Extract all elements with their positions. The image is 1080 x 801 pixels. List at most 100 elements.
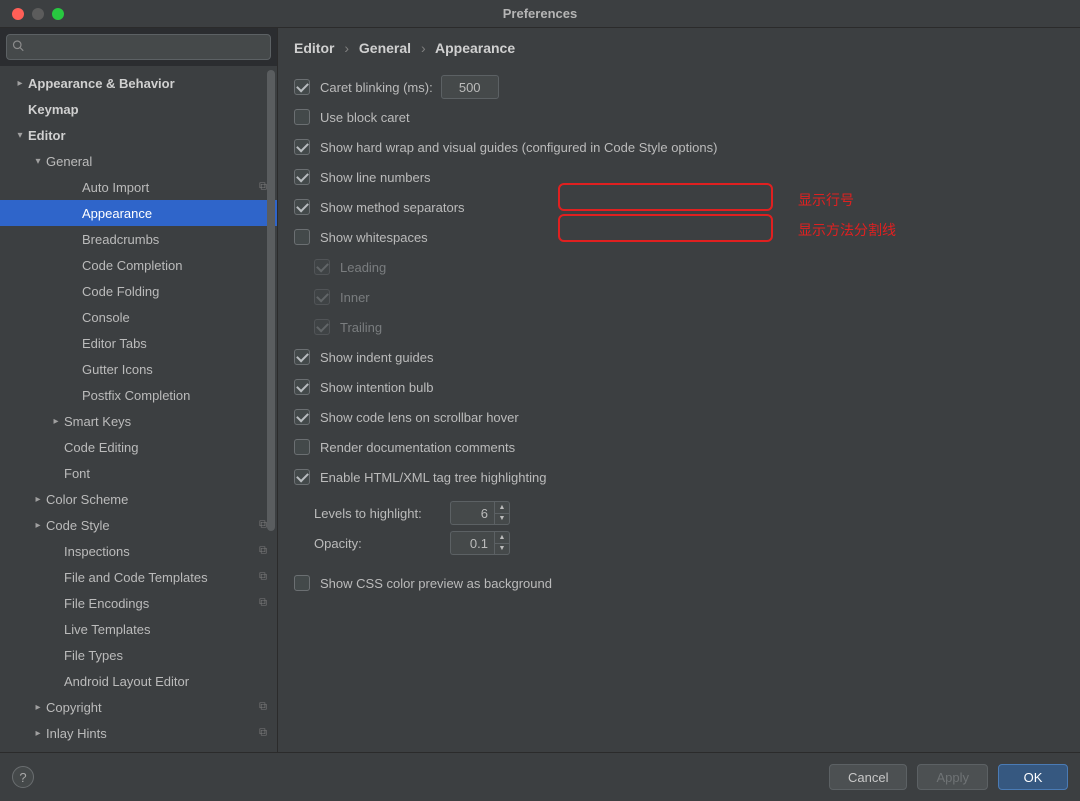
sidebar-item[interactable]: Breadcrumbs xyxy=(0,226,277,252)
chevron-up-icon[interactable]: ▲ xyxy=(495,502,509,514)
show-line-numbers-checkbox[interactable] xyxy=(294,169,310,185)
css-color-preview-checkbox[interactable] xyxy=(294,575,310,591)
opacity-input[interactable] xyxy=(450,531,494,555)
apply-button: Apply xyxy=(917,764,988,790)
show-indent-guides-checkbox[interactable] xyxy=(294,349,310,365)
sidebar-item-label: Code Style xyxy=(46,518,110,533)
project-scope-icon: ⧉ xyxy=(259,545,267,558)
sidebar-item[interactable]: Code Completion xyxy=(0,252,277,278)
ok-button[interactable]: OK xyxy=(998,764,1068,790)
sidebar-item[interactable]: Postfix Completion xyxy=(0,382,277,408)
search-field[interactable] xyxy=(6,34,271,60)
project-scope-icon: ⧉ xyxy=(259,727,267,740)
sidebar-item[interactable]: Inspections ⧉ xyxy=(0,538,277,564)
opacity-spinner[interactable]: ▲▼ xyxy=(450,531,510,555)
sidebar-item[interactable]: Code Folding xyxy=(0,278,277,304)
chevron-down-icon[interactable]: ▼ xyxy=(495,544,509,555)
sidebar: ▸Appearance & BehaviorKeymap▾Editor▾Gene… xyxy=(0,28,278,752)
search-input[interactable] xyxy=(6,34,271,60)
levels-spinner[interactable]: ▲▼ xyxy=(450,501,510,525)
project-scope-icon: ⧉ xyxy=(259,519,267,532)
show-whitespaces-label: Show whitespaces xyxy=(320,230,428,245)
sidebar-item[interactable]: ▸Color Scheme xyxy=(0,486,277,512)
show-intention-bulb-label: Show intention bulb xyxy=(320,380,433,395)
sidebar-item-label: Inspections xyxy=(64,544,130,559)
show-whitespaces-checkbox[interactable] xyxy=(294,229,310,245)
sidebar-item[interactable]: Console xyxy=(0,304,277,330)
render-doc-checkbox[interactable] xyxy=(294,439,310,455)
project-scope-icon: ⧉ xyxy=(259,571,267,584)
sidebar-item[interactable]: ▾General xyxy=(0,148,277,174)
sidebar-item-label: File Encodings xyxy=(64,596,149,611)
chevron-down-icon[interactable]: ▾ xyxy=(12,130,28,141)
whitespace-leading-checkbox xyxy=(314,259,330,275)
annotation-text: 显示方法分割线 xyxy=(798,220,896,240)
sidebar-item-label: Smart Keys xyxy=(64,414,131,429)
sidebar-item-label: Breadcrumbs xyxy=(82,232,159,247)
levels-input[interactable] xyxy=(450,501,494,525)
sidebar-item-label: Code Folding xyxy=(82,284,159,299)
chevron-right-icon[interactable]: ▸ xyxy=(30,702,46,713)
show-code-lens-checkbox[interactable] xyxy=(294,409,310,425)
sidebar-item-label: Editor Tabs xyxy=(82,336,147,351)
use-block-caret-checkbox[interactable] xyxy=(294,109,310,125)
show-intention-bulb-checkbox[interactable] xyxy=(294,379,310,395)
chevron-right-icon[interactable]: ▸ xyxy=(30,520,46,531)
chevron-right-icon[interactable]: ▸ xyxy=(30,494,46,505)
caret-blinking-input[interactable] xyxy=(441,75,499,99)
sidebar-item[interactable]: Live Templates xyxy=(0,616,277,642)
show-hard-wrap-checkbox[interactable] xyxy=(294,139,310,155)
chevron-right-icon[interactable]: ▸ xyxy=(30,728,46,739)
sidebar-item[interactable]: Gutter Icons xyxy=(0,356,277,382)
use-block-caret-label: Use block caret xyxy=(320,110,410,125)
breadcrumb-part: Appearance xyxy=(435,40,515,56)
sidebar-item[interactable]: Editor Tabs xyxy=(0,330,277,356)
show-indent-guides-label: Show indent guides xyxy=(320,350,433,365)
help-button[interactable]: ? xyxy=(12,766,34,788)
sidebar-item-label: Font xyxy=(64,466,90,481)
sidebar-scrollbar[interactable] xyxy=(267,70,275,748)
show-line-numbers-label: Show line numbers xyxy=(320,170,431,185)
show-method-separators-checkbox[interactable] xyxy=(294,199,310,215)
sidebar-item-label: Editor xyxy=(28,128,66,143)
whitespace-leading-label: Leading xyxy=(340,260,386,275)
whitespace-inner-label: Inner xyxy=(340,290,370,305)
whitespace-trailing-label: Trailing xyxy=(340,320,382,335)
sidebar-item[interactable]: Appearance xyxy=(0,200,277,226)
sidebar-item[interactable]: File Types xyxy=(0,642,277,668)
chevron-right-icon[interactable]: ▸ xyxy=(48,416,64,427)
sidebar-item[interactable]: Code Editing xyxy=(0,434,277,460)
sidebar-item[interactable]: ▸Inlay Hints⧉ xyxy=(0,720,277,746)
settings-tree[interactable]: ▸Appearance & BehaviorKeymap▾Editor▾Gene… xyxy=(0,66,277,752)
chevron-right-icon: › xyxy=(338,40,355,56)
enable-tag-tree-checkbox[interactable] xyxy=(294,469,310,485)
sidebar-item-label: Postfix Completion xyxy=(82,388,190,403)
sidebar-item[interactable]: ▸Smart Keys xyxy=(0,408,277,434)
sidebar-item[interactable]: ▸Copyright⧉ xyxy=(0,694,277,720)
sidebar-item-label: Android Layout Editor xyxy=(64,674,189,689)
sidebar-item[interactable]: Keymap xyxy=(0,96,277,122)
project-scope-icon: ⧉ xyxy=(259,181,267,194)
sidebar-item[interactable]: ▸Appearance & Behavior xyxy=(0,70,277,96)
sidebar-item[interactable]: Android Layout Editor xyxy=(0,668,277,694)
whitespace-inner-checkbox xyxy=(314,289,330,305)
sidebar-item[interactable]: File Encodings⧉ xyxy=(0,590,277,616)
sidebar-item[interactable]: Auto Import⧉ xyxy=(0,174,277,200)
sidebar-item[interactable]: Font xyxy=(0,460,277,486)
chevron-right-icon[interactable]: ▸ xyxy=(12,78,28,89)
sidebar-item-label: File and Code Templates xyxy=(64,570,208,585)
cancel-button[interactable]: Cancel xyxy=(829,764,907,790)
sidebar-item-label: Code Editing xyxy=(64,440,138,455)
sidebar-item[interactable]: ▸Code Style ⧉ xyxy=(0,512,277,538)
opacity-label: Opacity: xyxy=(294,536,444,551)
chevron-down-icon[interactable]: ▾ xyxy=(30,156,46,167)
sidebar-item-label: Console xyxy=(82,310,130,325)
chevron-down-icon[interactable]: ▼ xyxy=(495,514,509,525)
settings-panel: Caret blinking (ms): Use block caret Sho… xyxy=(278,62,1080,608)
sidebar-item[interactable]: ▾Editor xyxy=(0,122,277,148)
enable-tag-tree-label: Enable HTML/XML tag tree highlighting xyxy=(320,470,546,485)
sidebar-item[interactable]: File and Code Templates ⧉ xyxy=(0,564,277,590)
sidebar-item-label: Appearance & Behavior xyxy=(28,76,175,91)
caret-blinking-checkbox[interactable] xyxy=(294,79,310,95)
chevron-up-icon[interactable]: ▲ xyxy=(495,532,509,544)
